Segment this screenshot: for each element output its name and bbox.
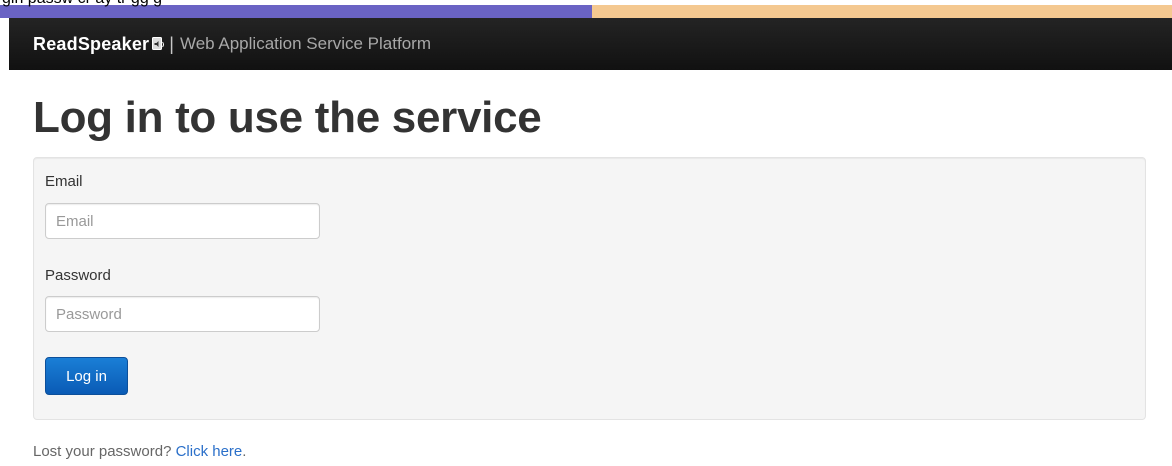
speaker-icon [152,36,165,52]
login-button[interactable]: Log in [45,357,128,395]
login-form: Email Password Log in [33,157,1146,420]
brand[interactable]: ReadSpeaker [33,34,165,55]
top-navbar: ReadSpeaker | Web Application Service Pl… [9,18,1172,70]
platform-name: Web Application Service Platform [179,34,431,53]
email-field[interactable] [45,203,320,239]
password-field[interactable] [45,296,320,332]
password-label: Password [45,267,111,284]
strip-right [592,5,1172,18]
lost-password-prompt: Lost your password? [33,443,176,460]
email-label: Email [45,173,83,190]
cropped-caption: gin passw cr ay tr gg g [2,0,162,8]
lost-password-text: Lost your password? Click here. [33,443,246,460]
page-title: Log in to use the service [33,93,542,142]
reset-password-link[interactable]: Click here [176,443,243,460]
navbar-separator: | [169,33,174,54]
brand-name: ReadSpeaker [33,33,150,54]
top-color-strip: gin passw cr ay tr gg g [0,0,1172,18]
lost-password-suffix: . [242,443,247,460]
